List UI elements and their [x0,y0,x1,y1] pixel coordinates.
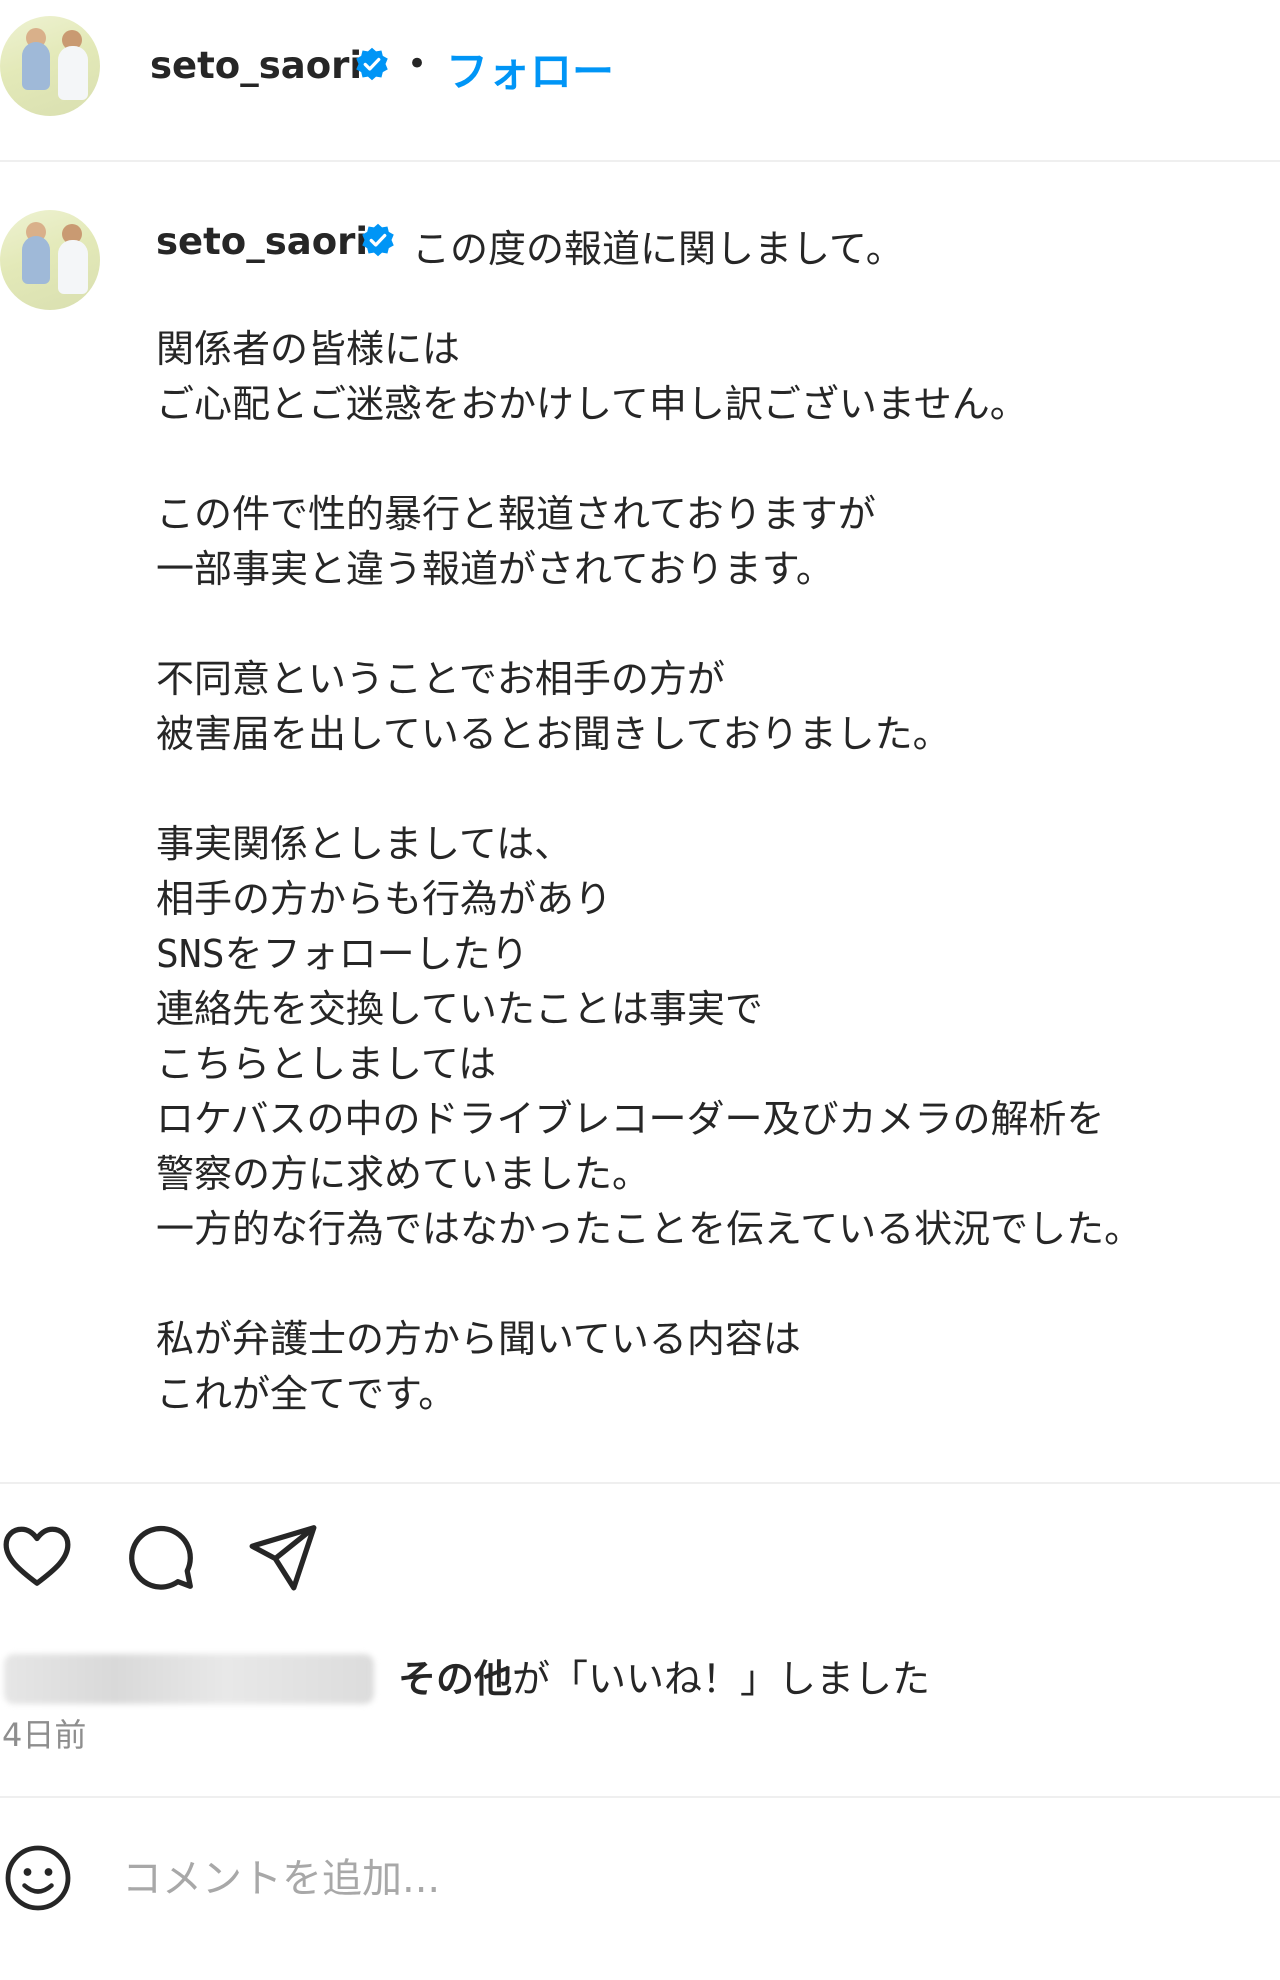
likes-suffix: が「いいね！」しました [512,1657,931,1701]
verified-badge-icon [356,47,388,81]
header-divider [0,160,1280,162]
likes-row: その他が「いいね！」しました [0,1648,1280,1718]
caption-first-line: この度の報道に関しまして。 [412,227,904,271]
likes-others[interactable]: その他 [398,1657,512,1701]
avatar-photo-figure [58,46,88,100]
separator-dot: • [407,44,428,84]
heart-icon[interactable] [0,1520,74,1594]
post-actions [0,1520,400,1610]
avatar-photo-figure [58,240,88,294]
blurred-liker-names [4,1654,374,1704]
avatar-photo-figure [22,42,50,90]
caption-avatar[interactable] [0,210,100,310]
comment-icon[interactable] [124,1520,198,1594]
caption-username[interactable]: seto_saori [156,220,368,263]
verified-badge-icon [362,223,394,257]
comment-input[interactable] [122,1844,1222,1914]
emoji-icon[interactable] [2,1842,74,1914]
profile-avatar[interactable] [0,16,100,116]
header-username[interactable]: seto_saori [150,44,362,87]
comment-divider [0,1796,1280,1798]
follow-button[interactable]: フォロー [446,38,614,99]
likes-text[interactable]: その他が「いいね！」しました [398,1648,930,1703]
share-icon[interactable] [246,1520,320,1594]
avatar-photo-figure [22,236,50,284]
caption-divider [0,1482,1280,1484]
comment-row [0,1830,1280,1940]
post-date[interactable]: 4日前 [2,1710,86,1756]
caption-text: 関係者の皆様には ご心配とご迷惑をおかけして申し訳ございません。 この件で性的暴… [156,327,1143,1416]
post-header: seto_saori • フォロー [0,0,1280,160]
